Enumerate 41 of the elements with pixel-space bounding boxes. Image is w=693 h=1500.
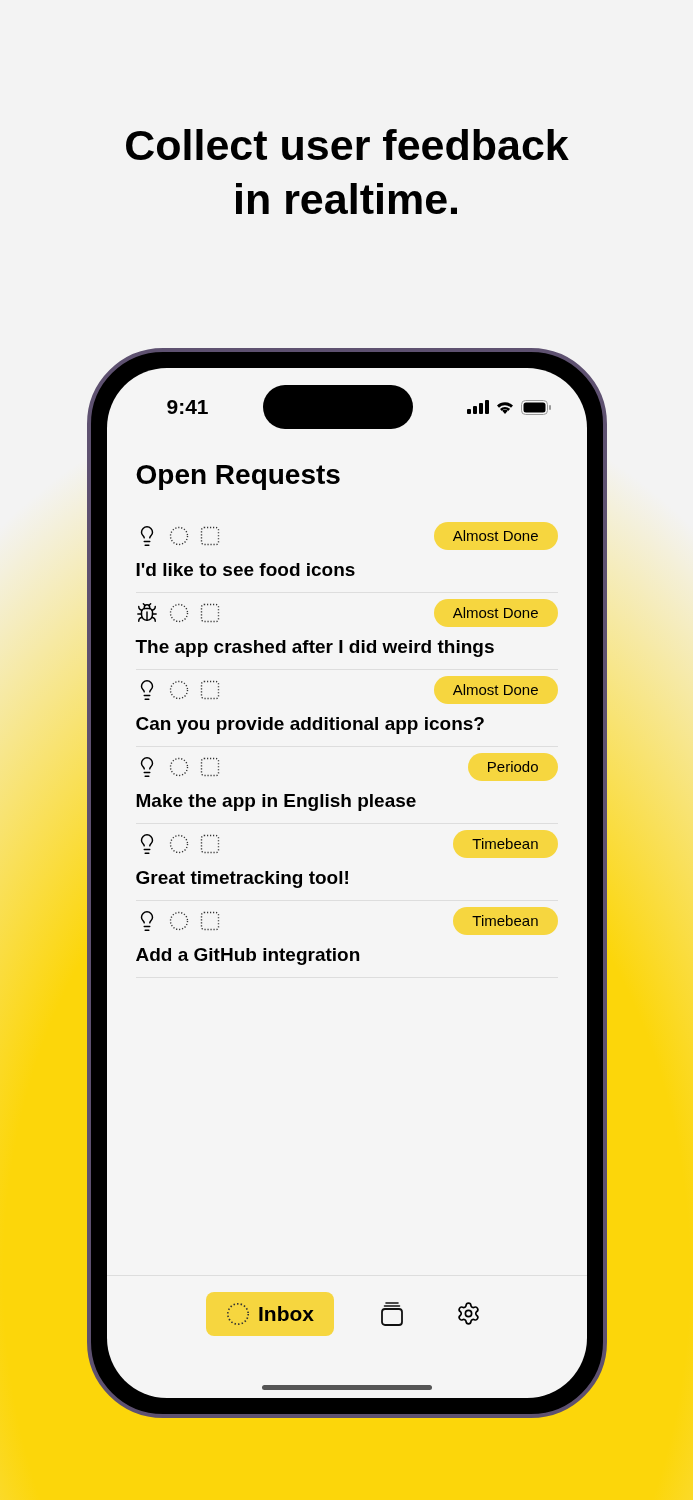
dotted-circle-icon (168, 680, 189, 700)
request-title: Make the app in English please (135, 789, 418, 813)
dotted-square-icon (199, 757, 220, 777)
request-title: Add a GitHub integration (135, 943, 362, 967)
headline: Collect user feedback in realtime. (124, 120, 569, 225)
wifi-icon (494, 400, 515, 414)
dotted-circle-icon (168, 834, 189, 854)
request-row[interactable]: Timebean Great timetracking tool! (135, 824, 558, 901)
request-title: I'd like to see food icons (135, 558, 357, 582)
request-title: Great timetracking tool! (135, 866, 351, 890)
settings-icon (456, 1301, 481, 1326)
request-row[interactable]: Almost Done The app crashed after I did weird things (135, 593, 558, 670)
request-row[interactable]: Timebean Add a GitHub integration (135, 901, 558, 978)
dotted-square-icon (199, 526, 220, 546)
dotted-square-icon (199, 680, 220, 700)
status-tag: Almost Done (433, 599, 558, 627)
request-row[interactable]: Almost Done I'd like to see food icons (135, 516, 558, 593)
status-time: 9:41 (166, 394, 209, 421)
signal-icon (466, 400, 489, 414)
dotted-square-icon (199, 603, 220, 623)
request-title: Can you provide additional app icons? (135, 712, 486, 736)
status-tag: Almost Done (433, 676, 558, 704)
tab[interactable]: Inbox (206, 1291, 334, 1336)
request-row[interactable]: Periodo Make the app in English please (135, 747, 558, 824)
stack-icon (380, 1300, 404, 1327)
status-tag: Timebean (453, 830, 558, 858)
dotted-circle-icon (226, 1301, 250, 1326)
dotted-circle-icon (168, 911, 189, 931)
dotted-circle-icon (168, 526, 189, 546)
dotted-circle-icon (168, 757, 189, 777)
dotted-square-icon (199, 834, 220, 854)
request-title: The app crashed after I did weird things (135, 635, 496, 659)
status-tag: Almost Done (433, 522, 558, 550)
bug-icon (135, 602, 158, 624)
status-tag: Periodo (467, 753, 558, 781)
battery-icon (520, 399, 551, 415)
page-title: Open Requests (134, 458, 342, 492)
dotted-circle-icon (168, 603, 189, 623)
status-tag: Timebean (453, 907, 558, 935)
dotted-square-icon (199, 911, 220, 931)
request-row[interactable]: Almost Done Can you provide additional app icons? (135, 670, 558, 747)
